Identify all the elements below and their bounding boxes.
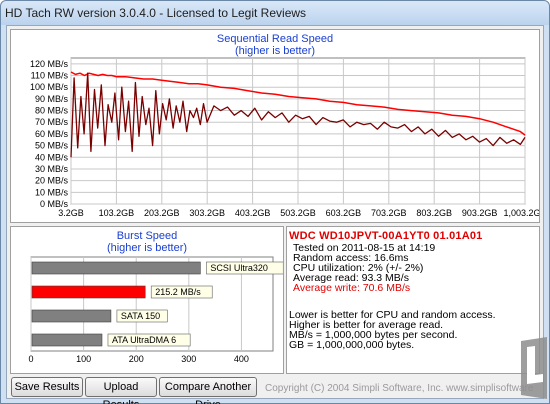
burst-bar-label: ATA UltraDMA 6 bbox=[112, 335, 176, 345]
x-tick-label: 303.2GB bbox=[189, 208, 225, 218]
burst-bar-label: 215.2 MB/s bbox=[155, 287, 201, 297]
burst-reference-bar bbox=[31, 309, 112, 323]
burst-reference-bar bbox=[31, 261, 201, 275]
burst-bar-label: SATA 150 bbox=[121, 311, 160, 321]
y-tick-label: 110 MB/s bbox=[31, 71, 69, 81]
legit-reviews-logo bbox=[521, 337, 547, 399]
burst-tick-label: 200 bbox=[129, 354, 144, 364]
window-title: HD Tach RW version 3.0.4.0 - Licensed to… bbox=[5, 6, 307, 20]
app-window: HD Tach RW version 3.0.4.0 - Licensed to… bbox=[0, 0, 550, 404]
client-area: Sequential Read Speed (higher is better)… bbox=[6, 25, 544, 404]
note-gb-definition: GB = 1,000,000,000 bytes. bbox=[289, 339, 415, 351]
burst-tick-label: 300 bbox=[181, 354, 196, 364]
x-tick-label: 603.2GB bbox=[326, 208, 362, 218]
drive-info-panel: WDC WD10JPVT-00A1YT0 01.01A01 Tested on … bbox=[286, 226, 540, 374]
upload-results-button[interactable]: Upload Results bbox=[85, 377, 157, 404]
y-tick-label: 120 MB/s bbox=[30, 59, 69, 69]
burst-reference-bar bbox=[31, 333, 103, 347]
copyright-text: Copyright (C) 2004 Simpli Software, Inc.… bbox=[265, 383, 534, 394]
y-tick-label: 10 MB/s bbox=[35, 187, 69, 197]
x-tick-label: 203.2GB bbox=[144, 208, 180, 218]
sequential-read-chart: 0 MB/s10 MB/s20 MB/s30 MB/s40 MB/s50 MB/… bbox=[30, 57, 539, 218]
info-average-write: Average write: 70.6 MB/s bbox=[293, 282, 411, 294]
y-tick-label: 40 MB/s bbox=[35, 152, 69, 162]
y-tick-label: 60 MB/s bbox=[35, 129, 69, 139]
burst-speed-chart: 0 100 200 300 400 SCSI Ultra320 215.2 MB/s SATA… bbox=[28, 256, 283, 364]
x-tick-label: 3.2GB bbox=[58, 208, 84, 218]
y-tick-label: 90 MB/s bbox=[35, 94, 69, 104]
x-tick-label: 1,003.2GB bbox=[503, 208, 539, 218]
title-bar[interactable]: HD Tach RW version 3.0.4.0 - Licensed to… bbox=[1, 1, 549, 25]
x-tick-label: 403.2GB bbox=[235, 208, 271, 218]
burst-bar-label: SCSI Ultra320 bbox=[210, 263, 268, 273]
y-tick-label: 20 MB/s bbox=[35, 176, 69, 186]
y-tick-label: 30 MB/s bbox=[35, 164, 69, 174]
sequential-read-panel: Sequential Read Speed (higher is better)… bbox=[10, 29, 540, 223]
y-tick-label: 50 MB/s bbox=[35, 141, 69, 151]
burst-tick-label: 400 bbox=[234, 354, 249, 364]
y-tick-label: 70 MB/s bbox=[35, 117, 69, 127]
x-tick-label: 503.2GB bbox=[280, 208, 316, 218]
burst-tick-label: 100 bbox=[76, 354, 91, 364]
x-tick-label: 803.2GB bbox=[416, 208, 452, 218]
burst-speed-panel: Burst Speed (higher is better) 0 100 200 30… bbox=[10, 226, 284, 374]
burst-tick-label: 0 bbox=[28, 354, 33, 364]
save-results-button[interactable]: Save Results bbox=[11, 377, 83, 397]
x-tick-label: 903.2GB bbox=[462, 208, 498, 218]
x-tick-label: 103.2GB bbox=[99, 208, 135, 218]
x-tick-label: 703.2GB bbox=[371, 208, 407, 218]
burst-measured-bar bbox=[31, 285, 146, 299]
y-tick-label: 80 MB/s bbox=[35, 106, 69, 116]
y-tick-label: 100 MB/s bbox=[30, 82, 69, 92]
compare-another-drive-button[interactable]: Compare Another Drive bbox=[159, 377, 257, 404]
drive-model: WDC WD10JPVT-00A1YT0 01.01A01 bbox=[289, 230, 483, 242]
